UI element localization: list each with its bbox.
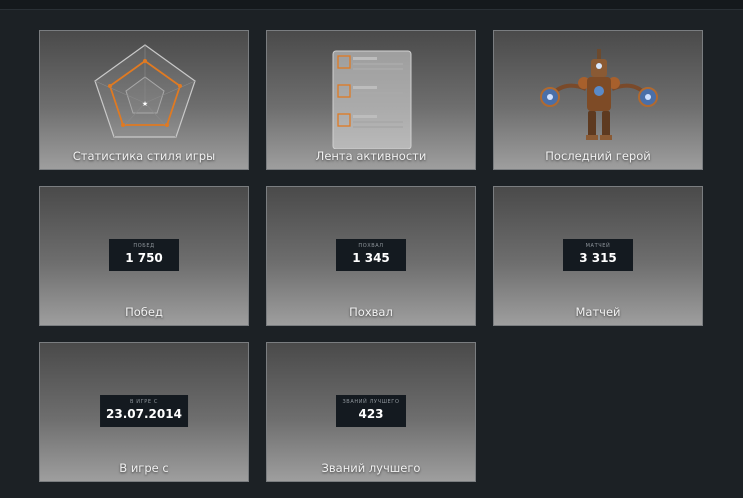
last-hero-tile[interactable]: Последний герой bbox=[493, 30, 703, 170]
top-bar bbox=[0, 0, 743, 10]
best-ranks-value: 423 bbox=[358, 407, 384, 421]
wins-tile[interactable]: побед 1 750 Побед bbox=[39, 186, 249, 326]
activity-feed-icon bbox=[267, 39, 475, 150]
best-ranks-label: Званий лучшего bbox=[321, 461, 421, 475]
best-ranks-tile[interactable]: званий лучшего 423 Званий лучшего bbox=[266, 342, 476, 482]
matches-stat-box: матчей 3 315 bbox=[563, 239, 633, 271]
playing-since-label: В игре с bbox=[119, 461, 169, 475]
playing-since-value: 23.07.2014 bbox=[106, 407, 182, 421]
matches-value: 3 315 bbox=[579, 251, 617, 265]
svg-text:★: ★ bbox=[142, 100, 148, 108]
matches-caption: матчей bbox=[585, 243, 611, 249]
activity-feed-tile[interactable]: Лента активности bbox=[266, 30, 476, 170]
hero-portrait-icon bbox=[494, 39, 702, 149]
commends-tile[interactable]: похвал 1 345 Похвал bbox=[266, 186, 476, 326]
commends-caption: похвал bbox=[358, 243, 384, 249]
best-ranks-caption: званий лучшего bbox=[342, 399, 400, 405]
pentagon-radar-icon: ★ bbox=[40, 39, 248, 149]
commends-stat-box: похвал 1 345 bbox=[336, 239, 406, 271]
commends-label: Похвал bbox=[349, 305, 393, 319]
activity-feed-label: Лента активности bbox=[315, 149, 427, 163]
playstyle-stats-tile[interactable]: ★ Статистика стиля игры bbox=[39, 30, 249, 170]
playing-since-caption: в игре с bbox=[130, 399, 158, 405]
wins-value: 1 750 bbox=[125, 251, 163, 265]
playing-since-stat-box: в игре с 23.07.2014 bbox=[100, 395, 188, 427]
last-hero-label: Последний герой bbox=[545, 149, 651, 163]
wins-stat-box: побед 1 750 bbox=[109, 239, 179, 271]
playstyle-stats-label: Статистика стиля игры bbox=[72, 149, 216, 163]
commends-value: 1 345 bbox=[352, 251, 390, 265]
matches-tile[interactable]: матчей 3 315 Матчей bbox=[493, 186, 703, 326]
wins-label: Побед bbox=[125, 305, 163, 319]
playing-since-tile[interactable]: в игре с 23.07.2014 В игре с bbox=[39, 342, 249, 482]
matches-label: Матчей bbox=[575, 305, 621, 319]
best-ranks-stat-box: званий лучшего 423 bbox=[336, 395, 406, 427]
wins-caption: побед bbox=[133, 243, 155, 249]
